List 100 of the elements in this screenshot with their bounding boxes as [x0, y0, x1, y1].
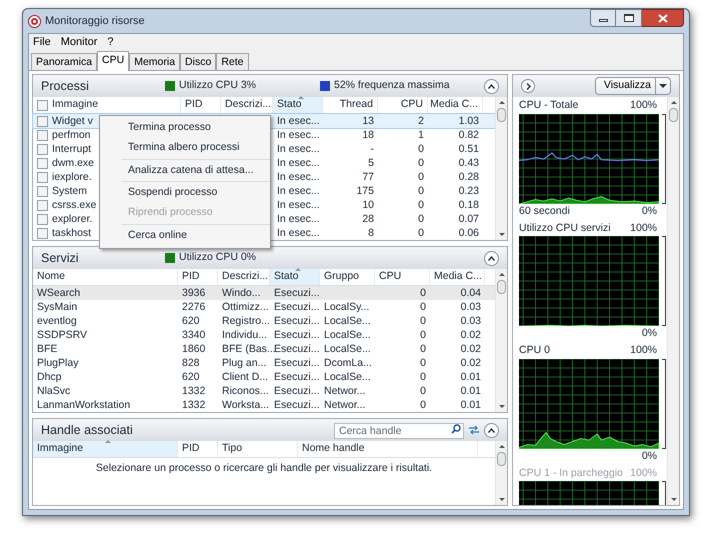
table-cell: 0.02	[460, 328, 481, 340]
table-cell: 828	[182, 356, 200, 368]
service-row[interactable]: NlaSvc 1332 Riconos... Esecuzi... Networ... 0 0.01	[33, 384, 495, 398]
context-menu-item[interactable]: Termina albero processi	[122, 138, 270, 158]
search-icon[interactable]	[451, 424, 461, 434]
tab[interactable]: Disco	[180, 53, 216, 70]
table-cell[interactable]: dwm.exe	[52, 156, 94, 170]
table-cell-text: In esec...	[276, 226, 321, 240]
table-cell: LocalSe...	[324, 314, 371, 326]
table-cell: Esecuzi...	[274, 286, 320, 298]
scrollbar[interactable]	[495, 269, 507, 412]
service-row[interactable]: BFE 1860 BFE (Bas...Esecuzi... LocalSe... 0 0.02	[33, 342, 495, 356]
column-header[interactable]: Nome	[33, 269, 178, 285]
expand-icon[interactable]	[521, 79, 535, 93]
table-cell: 0.02	[460, 342, 481, 354]
column-header[interactable]: Gruppo	[320, 269, 375, 285]
graph-title: CPU - Totale	[519, 98, 578, 113]
checkbox[interactable]	[37, 116, 48, 126]
context-menu-item[interactable]: Sospendi processo	[122, 183, 270, 203]
section-title: Servizi	[41, 250, 80, 267]
service-row[interactable]: SSDPSRV 3340 Individu... Esecuzi... LocalSe... 0 0.02	[33, 328, 495, 342]
table-cell[interactable]: Interrupt	[52, 142, 92, 156]
service-row[interactable]: LanmanWorkstation 1332 Worksta... Esecuzi... Networ... 0 0.01	[33, 398, 495, 412]
column-header[interactable]: Tipo	[218, 441, 298, 457]
scrollbar[interactable]	[495, 97, 507, 240]
scrollbar[interactable]	[495, 441, 507, 505]
menu-item[interactable]: Monitor	[60, 34, 98, 51]
table-cell[interactable]: iexplore.	[52, 170, 92, 184]
tab[interactable]: Rete	[216, 53, 248, 70]
refresh-arrows-icon[interactable]	[468, 425, 480, 435]
table-cell-text: 2	[417, 114, 425, 128]
maximize-icon[interactable]	[616, 9, 642, 27]
table-cell: 0.03	[460, 314, 481, 326]
service-row[interactable]: Dhcp 620 Client D... Esecuzi... LocalSe... 0 0.01	[33, 370, 495, 384]
table-cell[interactable]: csrss.exe	[52, 198, 96, 212]
table-cell: 1332	[182, 398, 206, 410]
checkbox[interactable]	[37, 144, 48, 154]
checkbox[interactable]	[37, 200, 48, 210]
service-row[interactable]: PlugPlay 828 Plug an... Esecuzi... DcomLa... 0 0.02	[33, 356, 495, 370]
service-row[interactable]: WSearch 3936 Windo... Esecuzi... 0 0.04	[33, 286, 495, 300]
table-cell-text: 0	[417, 212, 425, 226]
table-cell-text: 0.82	[458, 128, 480, 142]
section-header[interactable]: Handle associati Cerca handle	[33, 419, 507, 441]
service-row[interactable]: SysMain 2276 Ottimizz... Esecuzi... LocalSy... 0 0.03	[33, 300, 495, 314]
checkbox[interactable]	[37, 158, 48, 168]
minimize-icon[interactable]	[590, 9, 616, 27]
checkbox[interactable]	[37, 228, 48, 238]
table-cell: Esecuzi...	[274, 300, 320, 312]
scrollbar[interactable]	[667, 97, 679, 505]
context-menu-item[interactable]: Analizza catena di attesa...	[122, 160, 270, 180]
table-cell[interactable]: perfmon	[52, 128, 91, 142]
table-cell[interactable]: Widget v	[52, 114, 93, 128]
checkbox[interactable]	[37, 214, 48, 224]
column-header[interactable]: PID	[178, 441, 218, 457]
table-cell[interactable]: explorer.	[52, 212, 92, 226]
menu-item[interactable]: File	[33, 34, 51, 51]
table-cell: 0	[420, 356, 426, 368]
table-cell: SysMain	[37, 300, 78, 312]
column-header[interactable]: Stato	[273, 97, 323, 113]
table-cell: LanmanWorkstation	[37, 398, 130, 410]
menu-item[interactable]: ?	[107, 34, 114, 51]
table-cell: 0.01	[460, 384, 481, 396]
section-header[interactable]: Processi Utilizzo CPU 3% 52% frequenza massima	[33, 75, 507, 97]
checkbox[interactable]	[37, 130, 48, 140]
tab[interactable]: CPU	[97, 51, 130, 71]
table-cell: LocalSe...	[324, 342, 371, 354]
table-cell[interactable]: System	[52, 184, 88, 198]
context-menu-item[interactable]: Cerca online	[122, 226, 270, 246]
collapse-icon[interactable]	[484, 422, 499, 438]
graph-max-label: 100%	[630, 466, 657, 480]
column-header[interactable]: Media C...	[430, 269, 485, 285]
checkbox[interactable]	[37, 172, 48, 182]
table-cell-text: 0.51	[458, 142, 480, 156]
table-cell[interactable]: taskhost	[52, 226, 92, 240]
collapse-icon[interactable]	[484, 250, 499, 266]
close-icon[interactable]	[642, 9, 684, 27]
column-header[interactable]: Immagine	[33, 441, 178, 457]
legend-label: Utilizzo CPU 0%	[179, 250, 256, 266]
tab[interactable]: Panoramica	[31, 53, 98, 70]
table-cell-text: 0	[417, 156, 425, 170]
column-header[interactable]: PID	[178, 269, 218, 285]
table-cell: 0	[420, 286, 426, 298]
sort-arrow-icon	[105, 440, 111, 443]
section-header[interactable]: Servizi Utilizzo CPU 0%	[33, 247, 507, 269]
collapse-icon[interactable]	[484, 78, 499, 94]
table-cell: BFE (Bas...	[222, 342, 276, 354]
context-menu-item[interactable]: Termina processo	[122, 118, 270, 138]
table-cell: 0	[420, 300, 426, 312]
table-cell: 3936	[182, 286, 206, 298]
view-dropdown-button[interactable]: Visualizza	[594, 77, 671, 95]
checkbox[interactable]	[37, 100, 48, 110]
column-header[interactable]: CPU	[375, 269, 430, 285]
table-cell: LocalSe...	[324, 328, 371, 340]
service-row[interactable]: eventlog 620 Registro... Esecuzi... LocalSe... 0 0.03	[33, 314, 495, 328]
search-field[interactable]: Cerca handle	[334, 422, 464, 439]
checkbox[interactable]	[37, 186, 48, 196]
column-header[interactable]: Nome handle	[298, 441, 478, 457]
tab[interactable]: Memoria	[129, 53, 180, 70]
table-cell-text: 77	[361, 170, 375, 184]
column-header[interactable]: Stato	[270, 269, 320, 285]
